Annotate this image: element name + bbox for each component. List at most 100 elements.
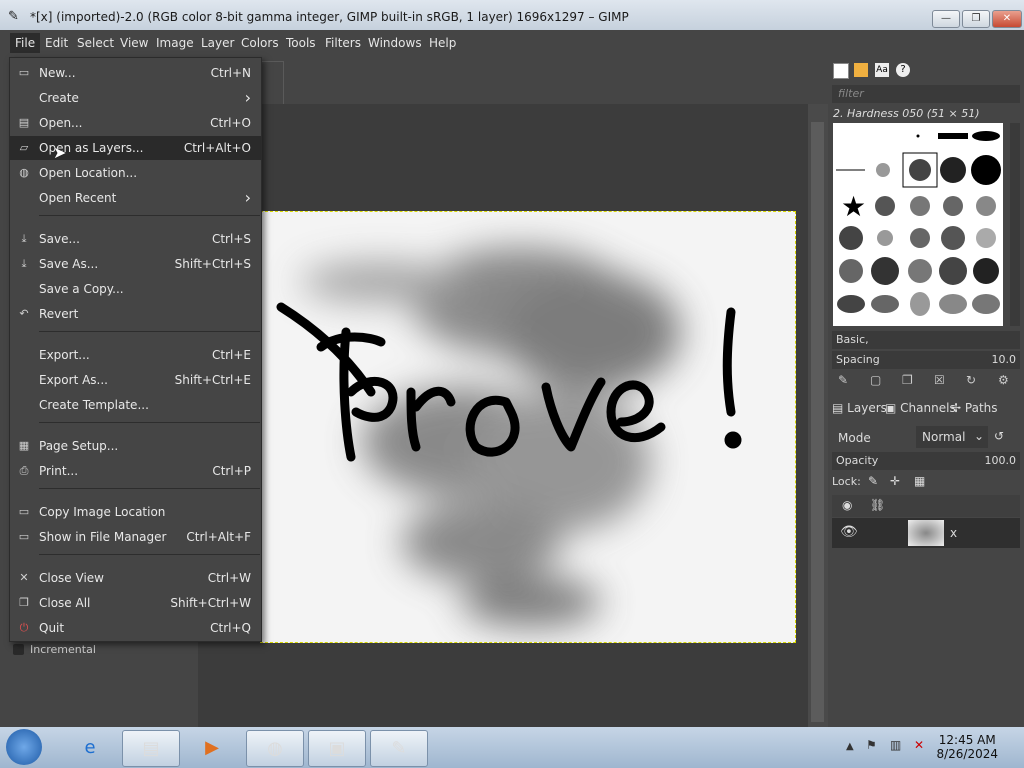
opacity-slider[interactable]: Opacity 100.0 [832,452,1020,470]
gimp-app-icon: ✎ [8,9,19,24]
menu-page-setup[interactable]: ▦ Page Setup... [10,434,261,458]
menu-save-copy[interactable]: Save a Copy... [10,277,261,301]
menu-item-label: Save... [39,232,80,246]
menu-close-view[interactable]: ✕ Close View Ctrl+W [10,566,261,590]
menu-open-as-layers[interactable]: ▱ Open as Layers... Ctrl+Alt+O [10,136,261,160]
vertical-scrollbar[interactable] [808,104,828,727]
globe-icon: ◍ [19,166,29,179]
menu-help[interactable]: Help [429,36,456,50]
scroll-thumb[interactable] [811,122,824,722]
brush-scrollbar[interactable] [1010,123,1020,326]
menu-open-location[interactable]: ◍ Open Location... [10,161,261,185]
menu-item-shortcut: Shift+Ctrl+E [174,373,251,387]
menu-revert[interactable]: ↶ Revert [10,302,261,326]
new-brush-icon[interactable]: ▢ [870,373,881,387]
volume-muted-icon[interactable]: ✕ [914,738,924,752]
taskbar-ie-icon[interactable]: e [62,730,118,765]
layer-name[interactable]: x [950,526,957,540]
clock-time: 12:45 AM [938,733,996,747]
spacing-slider[interactable]: Spacing 10.0 [832,351,1020,369]
menu-select[interactable]: Select [77,36,114,50]
selected-brush-label: 2. Hardness 050 (51 × 51) [833,107,980,120]
system-clock[interactable]: 12:45 AM 8/26/2024 [936,733,998,761]
chain-header-icon: ⛓ [870,498,886,512]
menu-file[interactable]: File [10,33,41,53]
layers-header-row: ◉ ⛓ [832,495,1020,517]
maximize-button[interactable]: ❐ [962,10,990,28]
save-icon: ⤓ [21,232,27,245]
menu-separator [39,554,260,555]
menu-new[interactable]: ▭ New... Ctrl+N [10,61,261,85]
menu-create-template[interactable]: Create Template... [10,393,261,417]
menu-tools[interactable]: Tools [286,36,316,50]
menu-image[interactable]: Image [156,36,194,50]
menu-export-as[interactable]: Export As... Shift+Ctrl+E [10,368,261,392]
brushes-tab-icon[interactable] [833,63,849,79]
menu-copy-image-location[interactable]: ▭ Copy Image Location [10,500,261,524]
refresh-brushes-icon[interactable]: ↻ [966,373,976,387]
minimize-button[interactable]: — [932,10,960,28]
menu-show-in-file-manager[interactable]: ▭ Show in File Manager Ctrl+Alt+F [10,525,261,549]
brush-preset-field[interactable]: Basic, [832,331,1020,349]
layers-tab[interactable]: ▤ Layers [832,401,887,415]
mouse-cursor-icon: ➤ [53,143,67,162]
fonts-tab-icon[interactable]: Aa [875,63,889,77]
menu-colors[interactable]: Colors [241,36,279,50]
start-button[interactable] [6,729,42,765]
paths-tab-icon: ✢ [951,401,962,415]
duplicate-brush-icon[interactable]: ❐ [902,373,913,387]
brush-grid[interactable]: ★ [833,123,1003,326]
lock-position-icon[interactable]: ✛ [890,474,900,488]
menu-create[interactable]: Create › [10,86,261,110]
menu-export[interactable]: Export... Ctrl+E [10,343,261,367]
menu-save[interactable]: ⤓ Save... Ctrl+S [10,227,261,251]
eye-icon[interactable]: 👁 [840,524,858,540]
menu-item-shortcut: Shift+Ctrl+S [174,257,251,271]
menu-open[interactable]: ▤ Open... Ctrl+O [10,111,261,135]
taskbar-image-viewer-icon[interactable]: ▣ [308,730,366,767]
delete-brush-icon[interactable]: ☒ [934,373,945,387]
taskbar-globe-icon[interactable]: ◍ [246,730,304,767]
file-manager-icon: ▭ [18,530,30,543]
taskbar-explorer-icon[interactable]: ▤ [122,730,180,767]
menu-item-shortcut: Ctrl+N [210,66,251,80]
image-canvas[interactable] [260,211,796,643]
show-hidden-icons[interactable]: ▲ [846,741,854,752]
lock-alpha-icon[interactable]: ▦ [914,474,925,488]
menu-item-label: Copy Image Location [39,505,166,519]
brush-preset-value: Basic, [836,333,869,346]
menu-print[interactable]: ⎙ Print... Ctrl+P [10,459,261,483]
menu-view[interactable]: View [120,36,148,50]
network-icon[interactable]: ▥ [890,738,901,752]
brush-filter-input[interactable]: filter [832,85,1020,103]
layer-row[interactable]: 👁 x [832,518,1020,548]
menu-item-label: Quit [39,621,65,635]
close-window-button[interactable]: ✕ [992,10,1022,28]
channels-tab[interactable]: ▣ Channels [885,401,956,415]
lock-pixels-icon[interactable]: ✎ [868,474,878,488]
brush-menu-icon[interactable]: ⚙ [998,373,1009,387]
menu-close-all[interactable]: ❐ Close All Shift+Ctrl+W [10,591,261,615]
incremental-checkbox[interactable] [13,644,24,655]
menu-save-as[interactable]: ⤓ Save As... Shift+Ctrl+S [10,252,261,276]
edit-brush-icon[interactable]: ✎ [838,373,848,387]
reset-mode-icon[interactable]: ↺ [994,429,1004,443]
chevron-right-icon: › [244,88,251,107]
patterns-tab-icon[interactable] [854,63,868,77]
menu-item-label: Open... [39,116,83,130]
menu-item-shortcut: Shift+Ctrl+W [170,596,251,610]
menu-edit[interactable]: Edit [45,36,68,50]
menu-filters[interactable]: Filters [325,36,361,50]
mode-select[interactable]: Normal ⌄ [916,426,988,448]
open-icon: ▤ [18,116,30,129]
help-icon[interactable]: ? [896,63,910,77]
menu-windows[interactable]: Windows [368,36,422,50]
menu-layer[interactable]: Layer [201,36,234,50]
taskbar-media-icon[interactable]: ▶ [184,730,240,765]
image-tab[interactable] [260,61,284,104]
taskbar-gimp-icon[interactable]: ✎ [370,730,428,767]
paths-tab[interactable]: ✢ Paths [951,401,998,415]
menu-open-recent[interactable]: Open Recent › [10,186,261,210]
menu-quit[interactable]: ⏻ Quit Ctrl+Q [10,616,261,640]
flag-icon[interactable]: ⚑ [866,738,877,752]
